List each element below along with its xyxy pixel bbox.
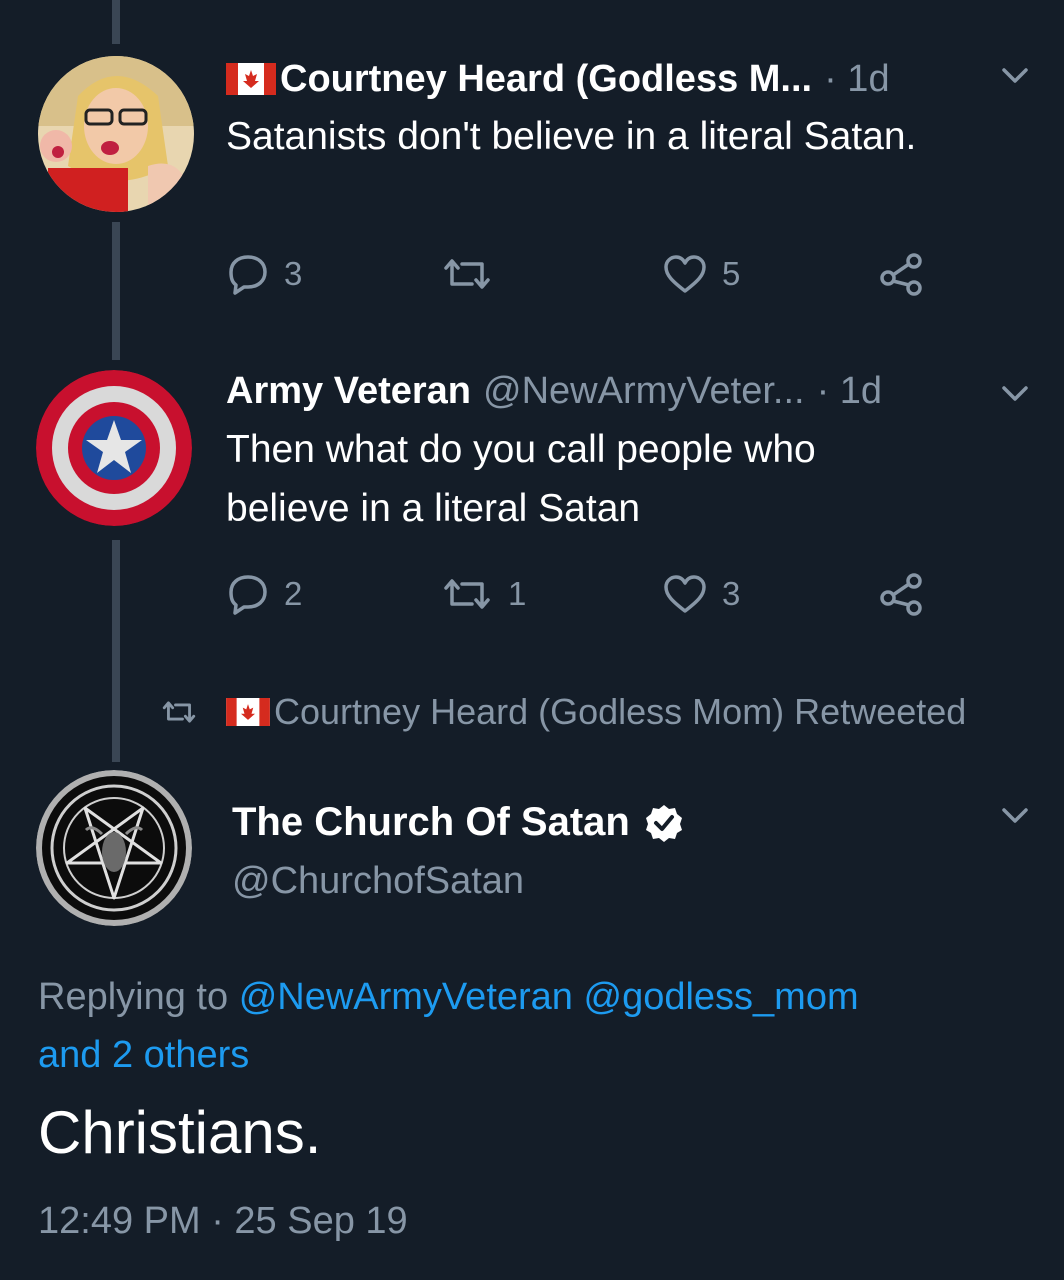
- avatar-courtney-heard[interactable]: [38, 56, 194, 212]
- heart-icon: [664, 575, 706, 613]
- tweet-author-name[interactable]: Courtney Heard (Godless M...: [280, 60, 812, 98]
- tweet-time[interactable]: · 1d: [824, 60, 889, 98]
- chevron-down-icon[interactable]: [1000, 384, 1030, 404]
- canada-flag-icon: [226, 63, 276, 95]
- main-tweet-handle[interactable]: @ChurchofSatan: [232, 860, 524, 903]
- retweet-button[interactable]: 1: [440, 570, 526, 618]
- retweet-count: 1: [508, 575, 527, 612]
- retweet-icon: [444, 579, 490, 609]
- retweet-button[interactable]: [440, 250, 508, 298]
- reply-button[interactable]: 3: [226, 250, 302, 298]
- chevron-down-icon[interactable]: [1000, 66, 1030, 86]
- chevron-down-icon[interactable]: [1000, 806, 1030, 826]
- like-button[interactable]: 5: [662, 250, 740, 298]
- replying-to: Replying to @NewArmyVeteran @godless_mom…: [38, 968, 1028, 1084]
- tweet-text-line: believe in a literal Satan: [226, 487, 641, 530]
- heart-icon: [664, 255, 706, 293]
- thread-line-1: [112, 222, 120, 360]
- retweeted-by[interactable]: Courtney Heard (Godless Mom) Retweeted: [160, 688, 966, 736]
- mention-link[interactable]: @NewArmyVeteran: [239, 976, 573, 1018]
- mention-link[interactable]: @godless_mom: [584, 976, 859, 1018]
- others-link[interactable]: and 2 others: [38, 1034, 249, 1076]
- main-tweet-author[interactable]: The Church Of Satan: [232, 800, 684, 845]
- tweet-text-line: Then what do you call people who: [226, 428, 816, 471]
- tweet-text: Satanists don't believe in a literal Sat…: [226, 115, 917, 158]
- main-tweet-timestamp[interactable]: 12:49 PM · 25 Sep 19: [38, 1200, 408, 1243]
- reply-button[interactable]: 2: [226, 570, 302, 618]
- tweet-2-header: Army Veteran @NewArmyVeter... · 1d: [226, 372, 882, 410]
- like-button[interactable]: 3: [662, 570, 740, 618]
- thread-line-top: [112, 0, 120, 44]
- tweet-1-actions: 3 5: [226, 250, 946, 298]
- like-count: 5: [722, 255, 741, 292]
- tweet-time[interactable]: · 1d: [817, 372, 882, 410]
- verified-badge-icon: [645, 804, 682, 842]
- share-icon: [880, 573, 922, 616]
- share-button[interactable]: [878, 250, 926, 298]
- retweeted-by-label: Courtney Heard (Godless Mom) Retweeted: [274, 691, 967, 732]
- main-tweet-author-name: The Church Of Satan: [232, 800, 630, 844]
- tweet-author-name[interactable]: Army Veteran: [226, 372, 471, 410]
- retweet-icon: [162, 701, 196, 723]
- avatar-army-veteran[interactable]: [36, 370, 192, 526]
- replying-to-label: Replying to: [38, 976, 229, 1018]
- thread-line-2: [112, 540, 120, 762]
- reply-count: 3: [284, 255, 303, 292]
- tweet-author-handle[interactable]: @NewArmyVeter...: [483, 372, 805, 410]
- tweet-text: Then what do you call people who believe…: [226, 420, 1026, 538]
- tweet-1-header: Courtney Heard (Godless M... · 1d: [226, 60, 890, 98]
- like-count: 3: [722, 575, 741, 612]
- main-tweet-text: Christians.: [38, 1099, 322, 1166]
- reply-count: 2: [284, 575, 303, 612]
- tweet-2-actions: 2 1 3: [226, 570, 946, 618]
- reply-icon: [229, 575, 267, 615]
- share-button[interactable]: [878, 570, 926, 618]
- avatar-church-of-satan[interactable]: [36, 770, 192, 926]
- share-icon: [880, 253, 922, 296]
- retweet-icon: [444, 259, 490, 289]
- canada-flag-icon: [226, 698, 270, 726]
- reply-icon: [229, 255, 267, 295]
